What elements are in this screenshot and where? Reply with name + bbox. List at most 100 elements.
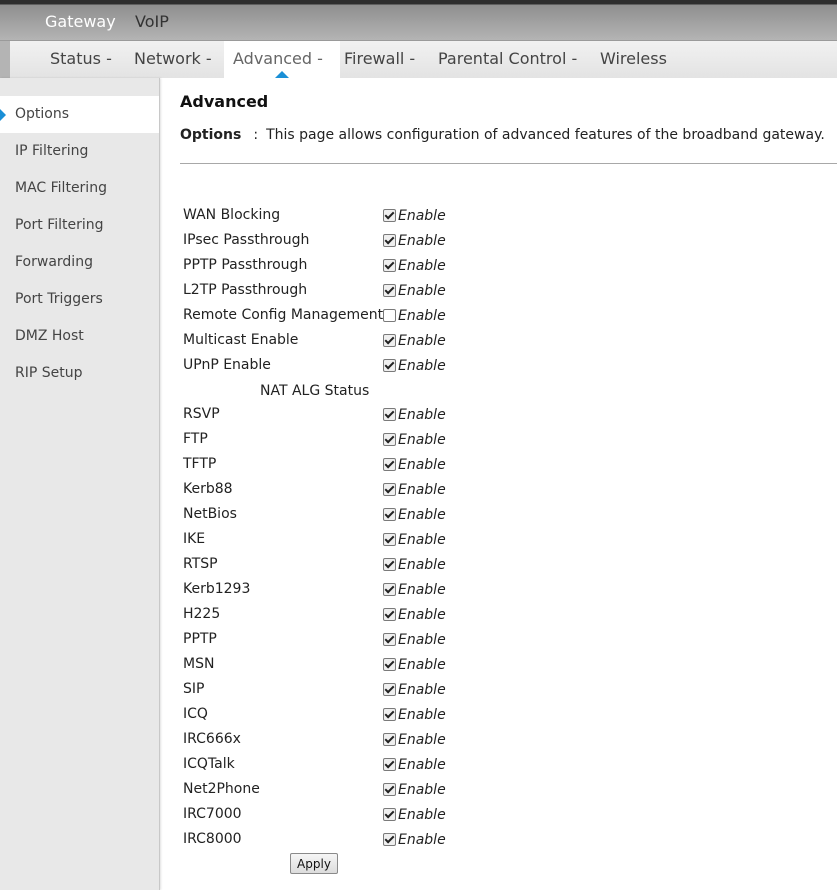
enable-checkbox-kerb1293[interactable]: [383, 583, 396, 596]
enable-checkbox-kerb88[interactable]: [383, 483, 396, 496]
sidebar-item-forwarding[interactable]: Forwarding: [0, 244, 159, 281]
option-row-l2tp-passthrough: L2TP Passthrough Enable: [183, 279, 583, 304]
description-separator: :: [253, 127, 259, 143]
tab-status[interactable]: Status -: [50, 41, 112, 78]
sidebar-item-label: Forwarding: [15, 254, 93, 270]
option-row-icqtalk: ICQTalk Enable: [183, 753, 583, 778]
top-tab-voip[interactable]: VoIP: [135, 13, 169, 31]
tab-network[interactable]: Network -: [134, 41, 212, 78]
sidebar-item-label: Port Filtering: [15, 217, 104, 233]
enable-checkbox-ike[interactable]: [383, 533, 396, 546]
option-row-irc8000: IRC8000 Enable: [183, 828, 583, 853]
option-row-ike: IKE Enable: [183, 528, 583, 553]
enable-checkbox-remote-config-management[interactable]: [383, 309, 396, 322]
enable-label: Enable: [398, 532, 446, 548]
enable-checkbox-wan-blocking[interactable]: [383, 209, 396, 222]
sidebar: Options IP Filtering MAC Filtering Port …: [0, 78, 160, 890]
option-row-ftp: FTP Enable: [183, 428, 583, 453]
enable-label: Enable: [398, 407, 446, 423]
option-row-wan-blocking: WAN Blocking Enable: [183, 204, 583, 229]
option-label: UPnP Enable: [183, 357, 271, 373]
active-tab-arrow-icon: [275, 71, 289, 78]
enable-checkbox-ftp[interactable]: [383, 433, 396, 446]
option-row-irc7000: IRC7000 Enable: [183, 803, 583, 828]
enable-checkbox-pptp-passthrough[interactable]: [383, 259, 396, 272]
enable-label: Enable: [398, 682, 446, 698]
option-label: L2TP Passthrough: [183, 282, 308, 298]
divider: [180, 163, 837, 164]
option-row-irc666x: IRC666x Enable: [183, 728, 583, 753]
sidebar-item-port-triggers[interactable]: Port Triggers: [0, 281, 159, 318]
enable-label: Enable: [398, 707, 446, 723]
sidebar-item-dmz-host[interactable]: DMZ Host: [0, 318, 159, 355]
enable-label: Enable: [398, 782, 446, 798]
enable-checkbox-sip[interactable]: [383, 683, 396, 696]
enable-label: Enable: [398, 557, 446, 573]
sidebar-item-rip-setup[interactable]: RIP Setup: [0, 355, 159, 392]
enable-label: Enable: [398, 233, 446, 249]
enable-checkbox-irc7000[interactable]: [383, 808, 396, 821]
nat-alg-header: NAT ALG Status: [260, 383, 370, 399]
top-tab-gateway[interactable]: Gateway: [45, 13, 116, 31]
enable-checkbox-msn[interactable]: [383, 658, 396, 671]
sidebar-item-ip-filtering[interactable]: IP Filtering: [0, 133, 159, 170]
enable-checkbox-ipsec-passthrough[interactable]: [383, 234, 396, 247]
option-label: ICQTalk: [183, 756, 235, 772]
option-row-netbios: NetBios Enable: [183, 503, 583, 528]
page-title: Advanced: [180, 92, 269, 111]
enable-checkbox-netbios[interactable]: [383, 508, 396, 521]
option-row-tftp: TFTP Enable: [183, 453, 583, 478]
enable-checkbox-upnp-enable[interactable]: [383, 359, 396, 372]
option-row-pptp: PPTP Enable: [183, 628, 583, 653]
enable-checkbox-l2tp-passthrough[interactable]: [383, 284, 396, 297]
tab-wireless[interactable]: Wireless: [600, 41, 667, 78]
enable-label: Enable: [398, 258, 446, 274]
enable-checkbox-icq[interactable]: [383, 708, 396, 721]
sidebar-item-label: Port Triggers: [15, 291, 103, 307]
option-label: IRC8000: [183, 831, 242, 847]
enable-checkbox-h225[interactable]: [383, 608, 396, 621]
enable-checkbox-rsvp[interactable]: [383, 408, 396, 421]
enable-checkbox-tftp[interactable]: [383, 458, 396, 471]
sidebar-item-mac-filtering[interactable]: MAC Filtering: [0, 170, 159, 207]
nav-indent: [0, 41, 10, 78]
tab-parental-control[interactable]: Parental Control -: [438, 41, 577, 78]
enable-checkbox-irc666x[interactable]: [383, 733, 396, 746]
tab-firewall[interactable]: Firewall -: [344, 41, 415, 78]
option-label: IKE: [183, 531, 206, 547]
option-label: MSN: [183, 656, 215, 672]
option-row-h225: H225 Enable: [183, 603, 583, 628]
enable-checkbox-multicast-enable[interactable]: [383, 334, 396, 347]
enable-label: Enable: [398, 807, 446, 823]
page-description: Options: This page allows configuration o…: [180, 127, 825, 143]
option-label: IRC7000: [183, 806, 242, 822]
option-row-kerb88: Kerb88 Enable: [183, 478, 583, 503]
option-row-remote-config-management: Remote Config Management Enable: [183, 304, 583, 329]
sidebar-item-options[interactable]: Options: [0, 96, 159, 133]
active-item-pointer-icon: [0, 109, 6, 121]
enable-checkbox-pptp[interactable]: [383, 633, 396, 646]
option-label: NetBios: [183, 506, 237, 522]
option-label: Remote Config Management: [183, 307, 384, 323]
enable-checkbox-irc8000[interactable]: [383, 833, 396, 846]
enable-checkbox-icqtalk[interactable]: [383, 758, 396, 771]
option-row-ipsec-passthrough: IPsec Passthrough Enable: [183, 229, 583, 254]
option-row-kerb1293: Kerb1293 Enable: [183, 578, 583, 603]
enable-label: Enable: [398, 657, 446, 673]
apply-button[interactable]: Apply: [290, 853, 338, 874]
enable-checkbox-rtsp[interactable]: [383, 558, 396, 571]
option-row-rtsp: RTSP Enable: [183, 553, 583, 578]
tab-advanced[interactable]: Advanced -: [224, 41, 340, 78]
enable-label: Enable: [398, 457, 446, 473]
sidebar-item-label: DMZ Host: [15, 328, 84, 344]
option-label: Multicast Enable: [183, 332, 299, 348]
sidebar-item-port-filtering[interactable]: Port Filtering: [0, 207, 159, 244]
enable-label: Enable: [398, 482, 446, 498]
tab-advanced-label: Advanced -: [233, 49, 323, 68]
option-label: PPTP: [183, 631, 217, 647]
enable-label: Enable: [398, 432, 446, 448]
enable-checkbox-net2phone[interactable]: [383, 783, 396, 796]
option-label: H225: [183, 606, 221, 622]
enable-label: Enable: [398, 208, 446, 224]
enable-label: Enable: [398, 582, 446, 598]
